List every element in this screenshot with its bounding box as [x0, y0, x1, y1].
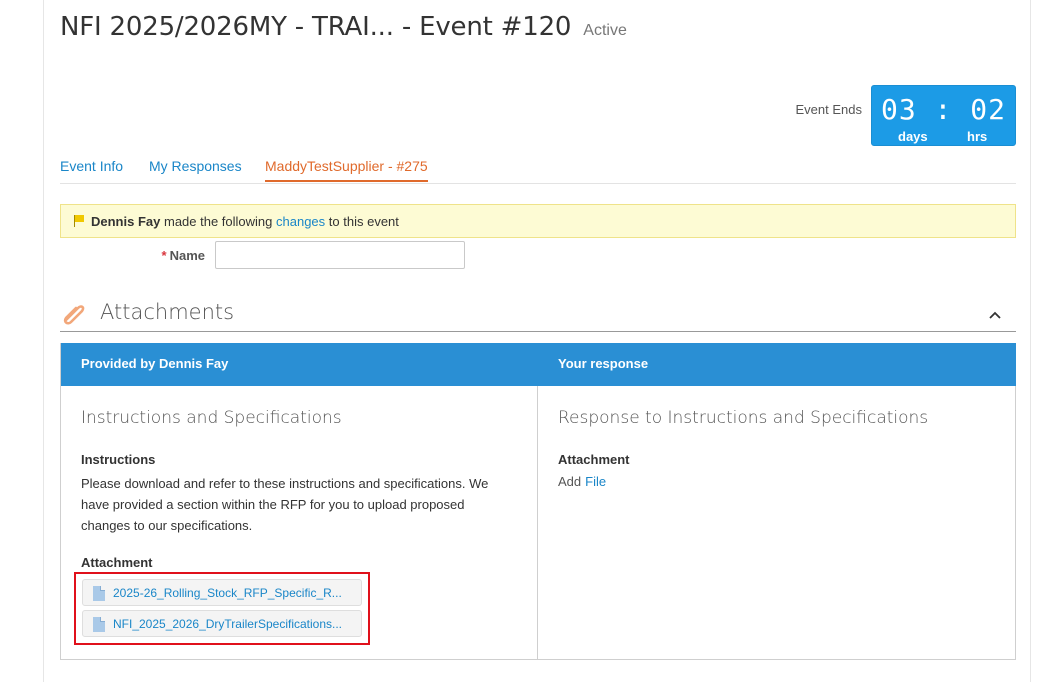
name-input[interactable] — [215, 241, 465, 269]
attachment-file-2[interactable]: NFI_2025_2026_DryTrailerSpecifications..… — [82, 610, 362, 637]
attachment-label: Attachment — [81, 555, 153, 570]
tab-event-info[interactable]: Event Info — [60, 158, 123, 180]
file-name: 2025-26_Rolling_Stock_RFP_Specific_R... — [113, 586, 342, 600]
section-title: Attachments — [100, 300, 235, 324]
instructions-label: Instructions — [81, 452, 156, 467]
file-icon — [93, 586, 105, 601]
tab-bar: Event Info My Responses MaddyTestSupplie… — [60, 158, 1016, 184]
name-label: * Name — [162, 248, 205, 263]
name-label-text: Name — [169, 248, 205, 263]
header-provided-by: Provided by Dennis Fay — [81, 356, 229, 371]
tab-supplier[interactable]: MaddyTestSupplier - #275 — [265, 158, 428, 182]
countdown-timer: 03 : 02 days hrs — [871, 85, 1016, 146]
page-frame: NFI 2025/2026MY - TRAI... - Event #120 A… — [43, 0, 1031, 682]
tab-my-responses[interactable]: My Responses — [149, 158, 242, 180]
timer-digits: 03 : 02 — [880, 93, 1006, 126]
response-block-title: Response to Instructions and Specificati… — [558, 408, 929, 428]
column-divider — [537, 386, 538, 660]
add-file-row: Add File — [558, 474, 606, 489]
provided-block-title: Instructions and Specifications — [81, 408, 342, 428]
event-ends-label: Event Ends — [795, 102, 863, 117]
notice-user: Dennis Fay — [91, 214, 161, 229]
required-mark: * — [161, 248, 167, 263]
response-attachment-label: Attachment — [558, 452, 630, 467]
change-notice: Dennis Fay made the following changes to… — [60, 204, 1016, 238]
attachments-section-header: Attachments — [60, 296, 1016, 332]
status-badge: Active — [583, 22, 627, 39]
table-header: Provided by Dennis Fay Your response — [61, 343, 1016, 386]
add-text: Add — [558, 474, 582, 489]
instructions-text: Please download and refer to these instr… — [81, 476, 489, 533]
page-title: NFI 2025/2026MY - TRAI... - Event #120 — [60, 12, 572, 42]
file-icon — [93, 617, 105, 632]
add-file-link[interactable]: File — [585, 474, 606, 489]
attachment-file-1[interactable]: 2025-26_Rolling_Stock_RFP_Specific_R... — [82, 579, 362, 606]
header-your-response: Your response — [558, 356, 649, 371]
paperclip-icon — [63, 305, 85, 325]
notice-text-before: made the following — [163, 214, 273, 229]
chevron-up-icon[interactable] — [988, 308, 1002, 322]
content-area: NFI 2025/2026MY - TRAI... - Event #120 A… — [60, 0, 1016, 682]
timer-hrs-label: hrs — [967, 129, 988, 144]
name-row: * Name — [60, 241, 560, 269]
file-name: NFI_2025_2026_DryTrailerSpecifications..… — [113, 617, 343, 631]
flag-icon — [73, 215, 85, 227]
title-row: NFI 2025/2026MY - TRAI... - Event #120 A… — [60, 12, 627, 42]
timer-days-label: days — [898, 129, 928, 144]
highlighted-attachments: 2025-26_Rolling_Stock_RFP_Specific_R... … — [74, 572, 370, 645]
notice-text-after: to this event — [328, 214, 399, 229]
changes-link[interactable]: changes — [276, 214, 325, 229]
